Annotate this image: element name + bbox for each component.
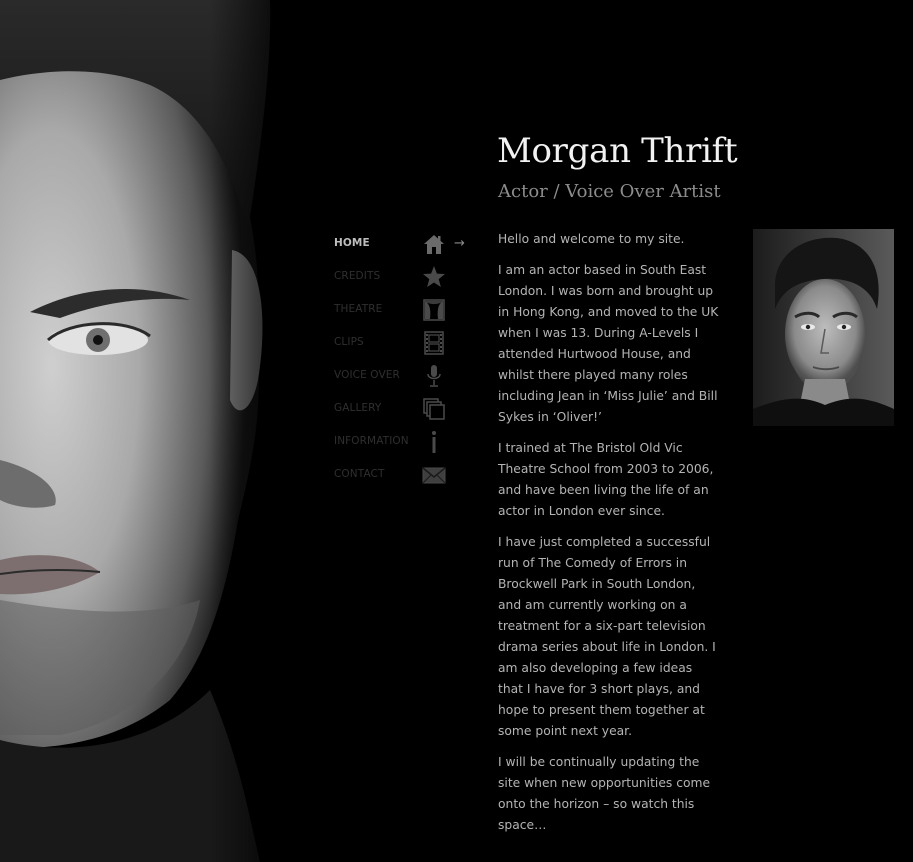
headshot-photo xyxy=(753,229,894,426)
site-subtitle: Actor / Voice Over Artist xyxy=(498,181,721,202)
nav-item-theatre[interactable]: THEATRE xyxy=(334,294,474,327)
nav-item-label: HOME xyxy=(334,237,370,249)
nav-item-information[interactable]: INFORMATION xyxy=(334,426,474,459)
intro-paragraph: I have just completed a successful run o… xyxy=(498,535,716,738)
intro-paragraph: I am an actor based in South East London… xyxy=(498,263,719,424)
nav-item-credits[interactable]: CREDITS xyxy=(334,261,474,294)
nav-item-label: CREDITS xyxy=(334,270,381,282)
page: Morgan Thrift Actor / Voice Over Artist … xyxy=(0,0,913,862)
nav-item-label: THEATRE xyxy=(334,303,383,315)
nav-item-contact[interactable]: CONTACT xyxy=(334,459,474,492)
envelope-icon xyxy=(422,467,446,484)
nav-item-clips[interactable]: CLIPS xyxy=(334,327,474,360)
film-strip-icon xyxy=(424,331,444,355)
active-arrow-icon: → xyxy=(454,236,465,251)
theatre-stage-icon xyxy=(423,299,445,321)
star-icon xyxy=(423,266,445,287)
microphone-icon xyxy=(427,365,441,387)
nav-item-label: CONTACT xyxy=(334,468,385,480)
intro-paragraph: I will be continually updating the site … xyxy=(498,755,711,832)
info-icon xyxy=(432,431,436,453)
nav-item-gallery[interactable]: GALLERY xyxy=(334,393,474,426)
home-icon xyxy=(424,235,444,254)
nav-item-label: GALLERY xyxy=(334,402,382,414)
intro-content: Hello and welcome to my site. I am an ac… xyxy=(498,229,720,846)
nav-item-label: VOICE OVER xyxy=(334,369,400,381)
nav-item-label: CLIPS xyxy=(334,336,364,348)
intro-paragraph: I trained at The Bristol Old Vic Theatre… xyxy=(498,441,714,518)
hero-portrait-image xyxy=(0,0,300,862)
nav-item-home[interactable]: HOME → xyxy=(334,228,474,261)
gallery-stack-icon xyxy=(423,398,445,420)
nav-item-voice-over[interactable]: VOICE OVER xyxy=(334,360,474,393)
intro-paragraph: Hello and welcome to my site. xyxy=(498,232,685,246)
site-title: Morgan Thrift xyxy=(497,131,738,171)
nav-item-label: INFORMATION xyxy=(334,435,409,447)
main-nav: HOME → CREDITS THEATRE CLIPS VOICE OVER … xyxy=(334,228,474,492)
